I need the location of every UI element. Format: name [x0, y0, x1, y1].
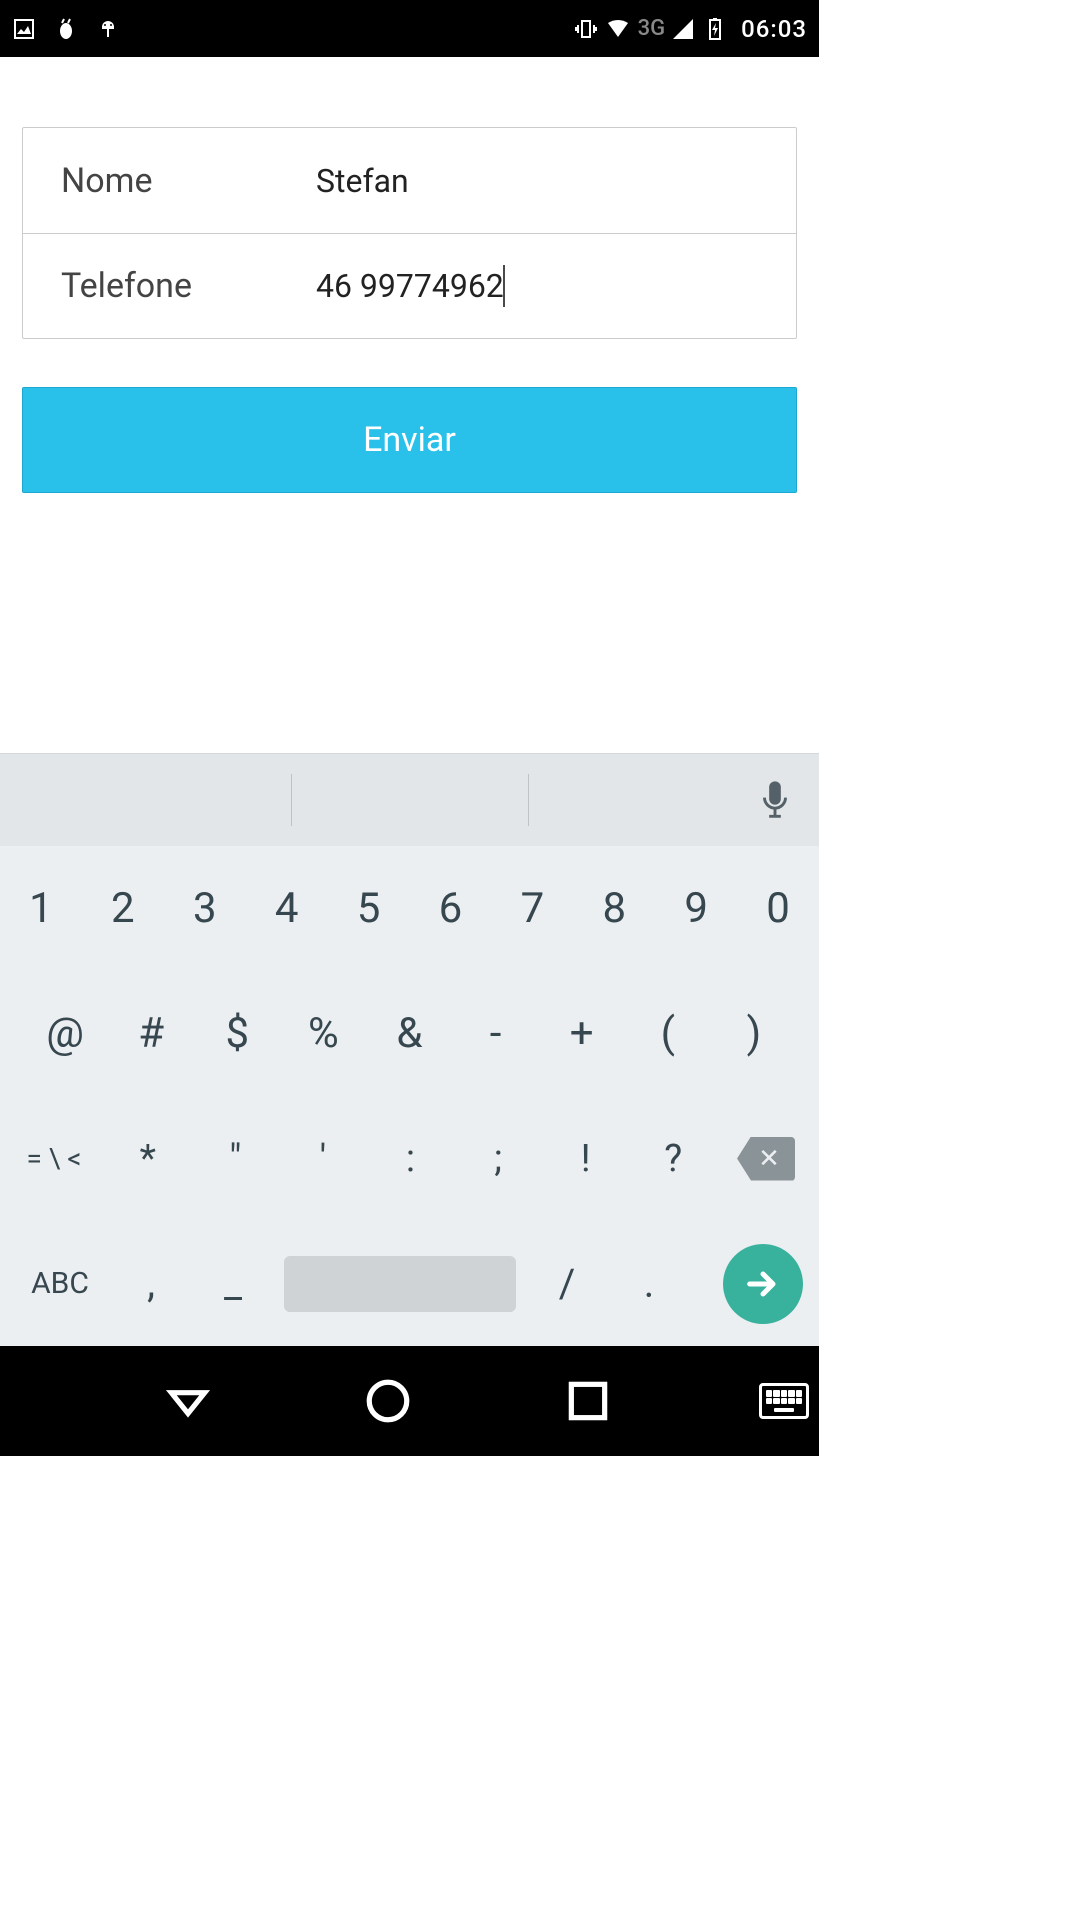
key-enter[interactable] — [723, 1244, 803, 1324]
keyboard-suggestion-bar — [0, 754, 819, 846]
phone-label: Telefone — [61, 266, 316, 306]
backspace-icon: ✕ — [737, 1137, 795, 1181]
key-underscore[interactable]: _ — [192, 1260, 274, 1307]
key-alt-symbols[interactable]: = \ < — [4, 1142, 104, 1175]
name-label: Nome — [61, 161, 316, 201]
phone-input-wrap[interactable]: 46 99774962 — [316, 265, 758, 307]
bug-icon — [54, 17, 78, 41]
name-input[interactable] — [316, 162, 758, 200]
key-hash[interactable]: # — [108, 1009, 194, 1058]
key-5[interactable]: 5 — [328, 884, 410, 933]
form-box: Nome Telefone 46 99774962 — [22, 127, 797, 339]
text-cursor — [503, 265, 505, 307]
content-spacer — [0, 493, 819, 753]
microphone-icon[interactable] — [761, 781, 789, 819]
key-star[interactable]: * — [104, 1137, 192, 1181]
nav-home-icon[interactable] — [363, 1376, 413, 1426]
key-exclaim[interactable]: ! — [542, 1137, 630, 1181]
key-space[interactable] — [284, 1256, 516, 1312]
key-dquote[interactable]: " — [192, 1137, 280, 1181]
status-left-icons — [12, 17, 120, 41]
battery-charging-icon — [703, 17, 727, 41]
key-rparen[interactable]: ) — [711, 1009, 797, 1058]
key-at[interactable]: @ — [22, 1009, 108, 1058]
keyboard-row-4: ABC , _ / . — [0, 1221, 819, 1346]
nav-recent-icon[interactable] — [563, 1376, 613, 1426]
keyboard-row-3: = \ < * " ' : ; ! ? ✕ — [0, 1096, 819, 1221]
enter-arrow-icon — [743, 1264, 783, 1304]
key-7[interactable]: 7 — [491, 884, 573, 933]
status-right-icons: 3G 06:03 — [574, 15, 807, 43]
key-squote[interactable]: ' — [279, 1137, 367, 1181]
key-8[interactable]: 8 — [573, 884, 655, 933]
phone-input[interactable]: 46 99774962 — [316, 267, 504, 305]
keyboard-row-2: @ # $ % & - + ( ) — [0, 971, 819, 1096]
key-comma[interactable]: , — [110, 1260, 192, 1307]
wifi-icon — [606, 17, 630, 41]
key-6[interactable]: 6 — [410, 884, 492, 933]
nav-back-icon[interactable] — [163, 1376, 213, 1426]
phone-row: Telefone 46 99774962 — [23, 233, 796, 338]
key-4[interactable]: 4 — [246, 884, 328, 933]
status-time: 06:03 — [741, 15, 807, 43]
key-backspace[interactable]: ✕ — [725, 1130, 807, 1188]
key-plus[interactable]: + — [539, 1009, 625, 1058]
key-9[interactable]: 9 — [655, 884, 737, 933]
nav-keyboard-toggle-icon[interactable] — [759, 1383, 809, 1419]
picture-icon — [12, 17, 36, 41]
network-type-label: 3G — [638, 16, 666, 41]
key-colon[interactable]: : — [367, 1137, 455, 1181]
key-0[interactable]: 0 — [737, 884, 819, 933]
key-1[interactable]: 1 — [0, 884, 82, 933]
key-dollar[interactable]: $ — [194, 1009, 280, 1058]
key-ampersand[interactable]: & — [366, 1009, 452, 1058]
status-bar: 3G 06:03 — [0, 0, 819, 57]
key-abc[interactable]: ABC — [10, 1266, 110, 1301]
key-3[interactable]: 3 — [164, 884, 246, 933]
signal-icon — [671, 17, 695, 41]
vibrate-icon — [574, 17, 598, 41]
key-minus[interactable]: - — [453, 1009, 539, 1058]
submit-button[interactable]: Enviar — [22, 387, 797, 493]
form-content: Nome Telefone 46 99774962 Enviar — [0, 57, 819, 493]
key-question[interactable]: ? — [629, 1137, 717, 1181]
key-2[interactable]: 2 — [82, 884, 164, 933]
name-row: Nome — [23, 128, 796, 233]
key-percent[interactable]: % — [280, 1009, 366, 1058]
android-icon — [96, 17, 120, 41]
key-slash[interactable]: / — [526, 1260, 608, 1307]
keyboard-row-1: 1 2 3 4 5 6 7 8 9 0 — [0, 846, 819, 971]
soft-keyboard: 1 2 3 4 5 6 7 8 9 0 @ # $ % & - + ( ) = … — [0, 753, 819, 1346]
key-period[interactable]: . — [608, 1260, 690, 1307]
key-lparen[interactable]: ( — [625, 1009, 711, 1058]
system-nav-bar — [0, 1346, 819, 1456]
key-semicolon[interactable]: ; — [454, 1137, 542, 1181]
